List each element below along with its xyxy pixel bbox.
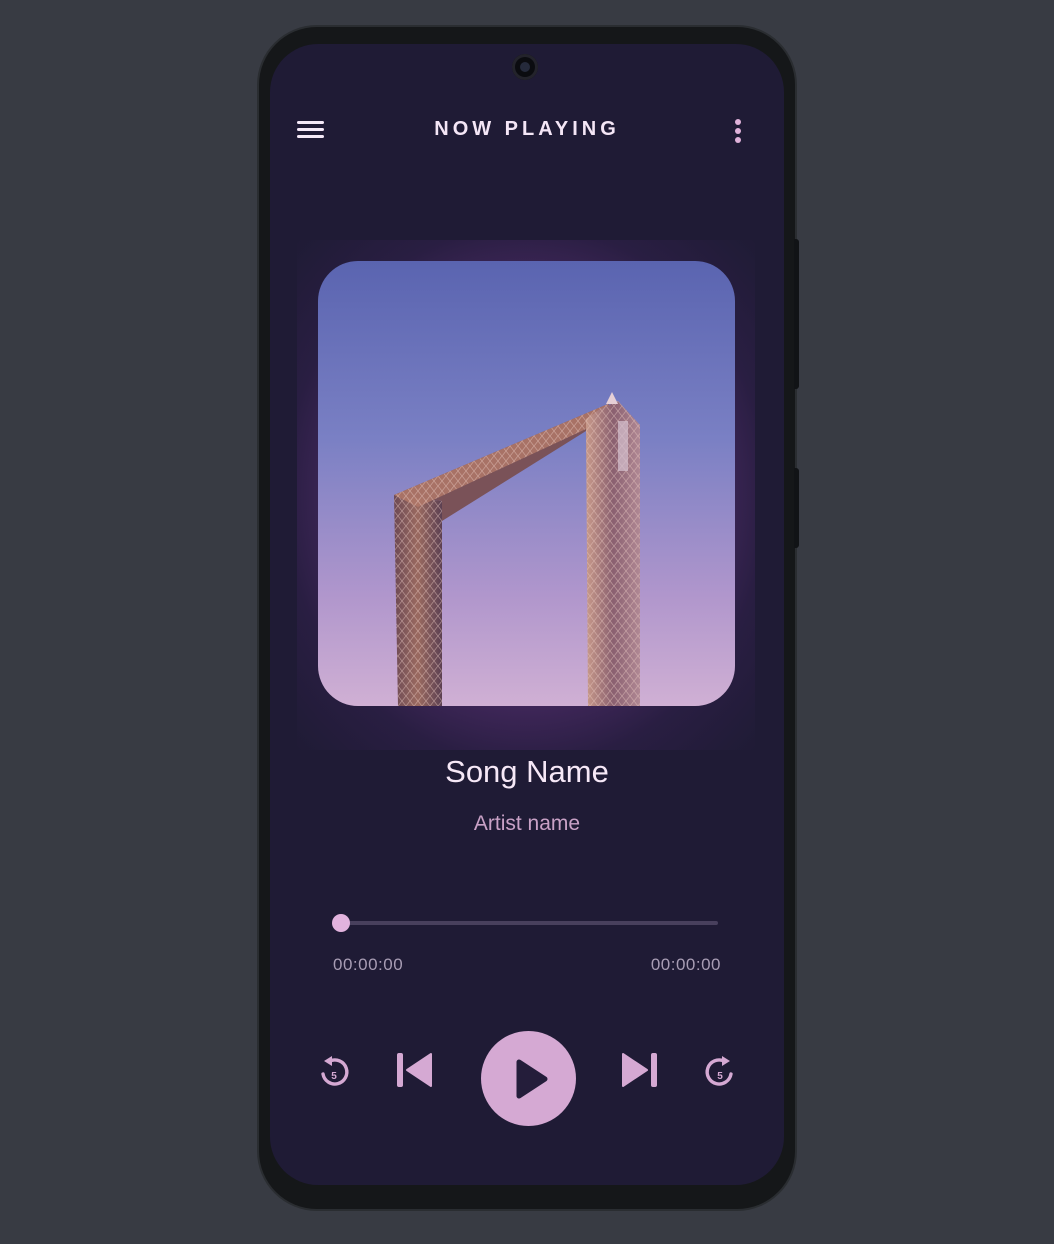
- forward-5-label: 5: [717, 1071, 723, 1082]
- progress-slider[interactable]: [332, 914, 718, 932]
- volume-button: [794, 468, 799, 548]
- page-title: NOW PLAYING: [434, 118, 620, 140]
- progress-thumb[interactable]: [332, 914, 350, 932]
- top-app-bar: NOW PLAYING: [270, 104, 784, 158]
- skip-next-icon[interactable]: [621, 1051, 659, 1089]
- phone-frame: NOW PLAYING Song Name Artist name 00:00:…: [259, 27, 799, 1209]
- forward-5-icon[interactable]: 5: [700, 1050, 736, 1090]
- total-time: 00:00:00: [650, 955, 721, 974]
- replay-5-icon[interactable]: 5: [318, 1050, 354, 1090]
- play-icon: [516, 1059, 548, 1099]
- replay-5-label: 5: [331, 1071, 337, 1082]
- current-time: 00:00:00: [333, 955, 404, 974]
- more-vertical-icon[interactable]: [728, 116, 748, 146]
- now-playing-screen: NOW PLAYING Song Name Artist name 00:00:…: [270, 44, 784, 1185]
- front-camera: [512, 54, 538, 80]
- play-button[interactable]: [481, 1031, 576, 1126]
- artist-name: Artist name: [473, 812, 581, 835]
- album-art: [318, 261, 735, 706]
- power-button: [794, 239, 799, 389]
- skip-previous-icon[interactable]: [395, 1051, 433, 1089]
- song-title: Song Name: [445, 754, 609, 789]
